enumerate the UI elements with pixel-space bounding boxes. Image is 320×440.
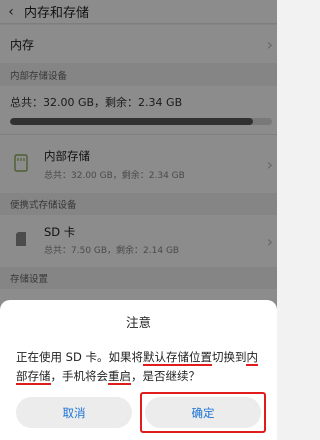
cancel-button[interactable]: 取消 (16, 397, 132, 428)
confirm-highlight-box (140, 392, 266, 433)
message-part: 正在使用 SD 卡。如果将 (16, 350, 143, 364)
message-part: ，是否继续？ (131, 369, 200, 383)
message-part: ，手机将会 (50, 369, 109, 383)
message-part: 切换到 (211, 350, 247, 364)
dialog-message: 正在使用 SD 卡。如果将默认存储位置切换到内部存储，手机将会重启，是否继续？ (16, 348, 268, 386)
dialog-title: 注意 (125, 315, 151, 330)
confirm-dialog: 注意 正在使用 SD 卡。如果将默认存储位置切换到内部存储，手机将会重启，是否继… (0, 300, 277, 440)
message-highlight-restart: 重启 (108, 369, 131, 385)
message-highlight-default-location: 默认存储位置 (142, 350, 212, 366)
